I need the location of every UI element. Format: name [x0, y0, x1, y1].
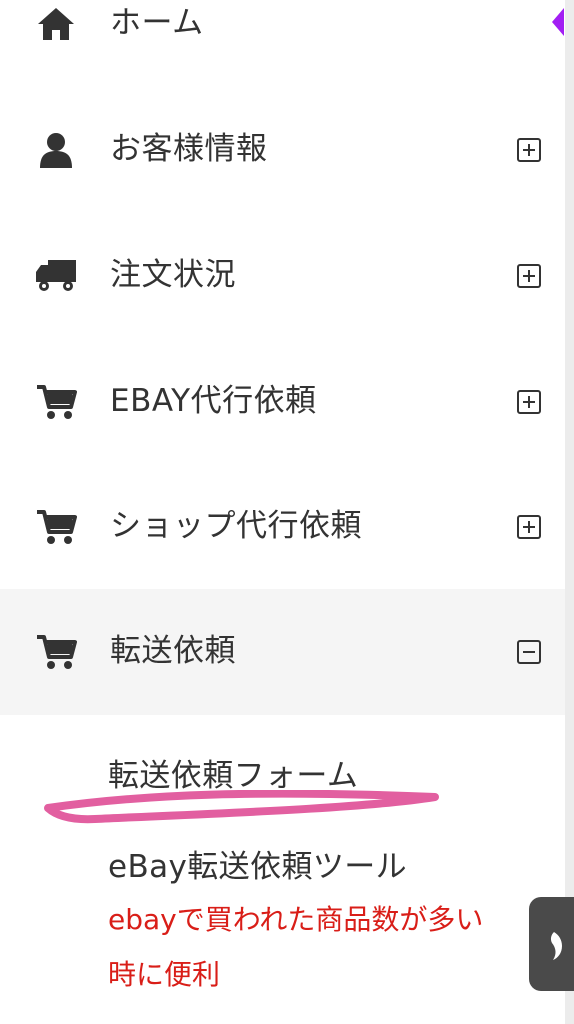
- menu-item-ebay-proxy-label: EBAY代行依頼: [110, 383, 317, 419]
- expand-plus-icon[interactable]: [517, 390, 541, 414]
- floating-button-icon: [550, 932, 562, 960]
- expand-plus-icon[interactable]: [517, 264, 541, 288]
- red-note-line-1: ebayで買われた商品数が多い: [108, 903, 484, 936]
- menu-item-forwarding-request[interactable]: 転送依頼: [0, 589, 565, 715]
- cart-icon: [34, 380, 78, 424]
- submenu-ebay-forwarding-tool[interactable]: eBay転送依頼ツール: [108, 848, 407, 886]
- menu-item-order-status[interactable]: 注文状況: [0, 213, 565, 339]
- menu-item-customer-info-label: お客様情報: [110, 131, 268, 167]
- cart-icon: [34, 505, 78, 549]
- home-icon: [34, 2, 78, 46]
- truck-icon: [34, 254, 78, 298]
- expand-plus-icon[interactable]: [517, 138, 541, 162]
- menu-item-forwarding-request-label: 転送依頼: [110, 633, 236, 669]
- mobile-menu-page: ホーム お客様情報 注文状況 EBAY代行依頼 ショップ代行依頼 転送依頼 転送…: [0, 0, 574, 1024]
- menu-item-shop-proxy[interactable]: ショップ代行依頼: [0, 464, 565, 590]
- floating-action-button[interactable]: [529, 897, 574, 991]
- menu-item-ebay-proxy[interactable]: EBAY代行依頼: [0, 339, 565, 465]
- menu-item-home-label: ホーム: [110, 5, 204, 41]
- scroll-rail: [565, 0, 574, 1024]
- red-note-line-2: 時に便利: [108, 958, 221, 991]
- menu-item-shop-proxy-label: ショップ代行依頼: [110, 508, 362, 544]
- collapse-minus-icon[interactable]: [517, 640, 541, 664]
- menu-item-home[interactable]: ホーム: [0, 0, 565, 87]
- cart-icon: [34, 630, 78, 674]
- user-icon: [34, 128, 78, 172]
- pink-highlight-annotation: [44, 790, 439, 824]
- expand-plus-icon[interactable]: [517, 515, 541, 539]
- menu-item-customer-info[interactable]: お客様情報: [0, 87, 565, 213]
- menu-item-order-status-label: 注文状況: [110, 257, 236, 293]
